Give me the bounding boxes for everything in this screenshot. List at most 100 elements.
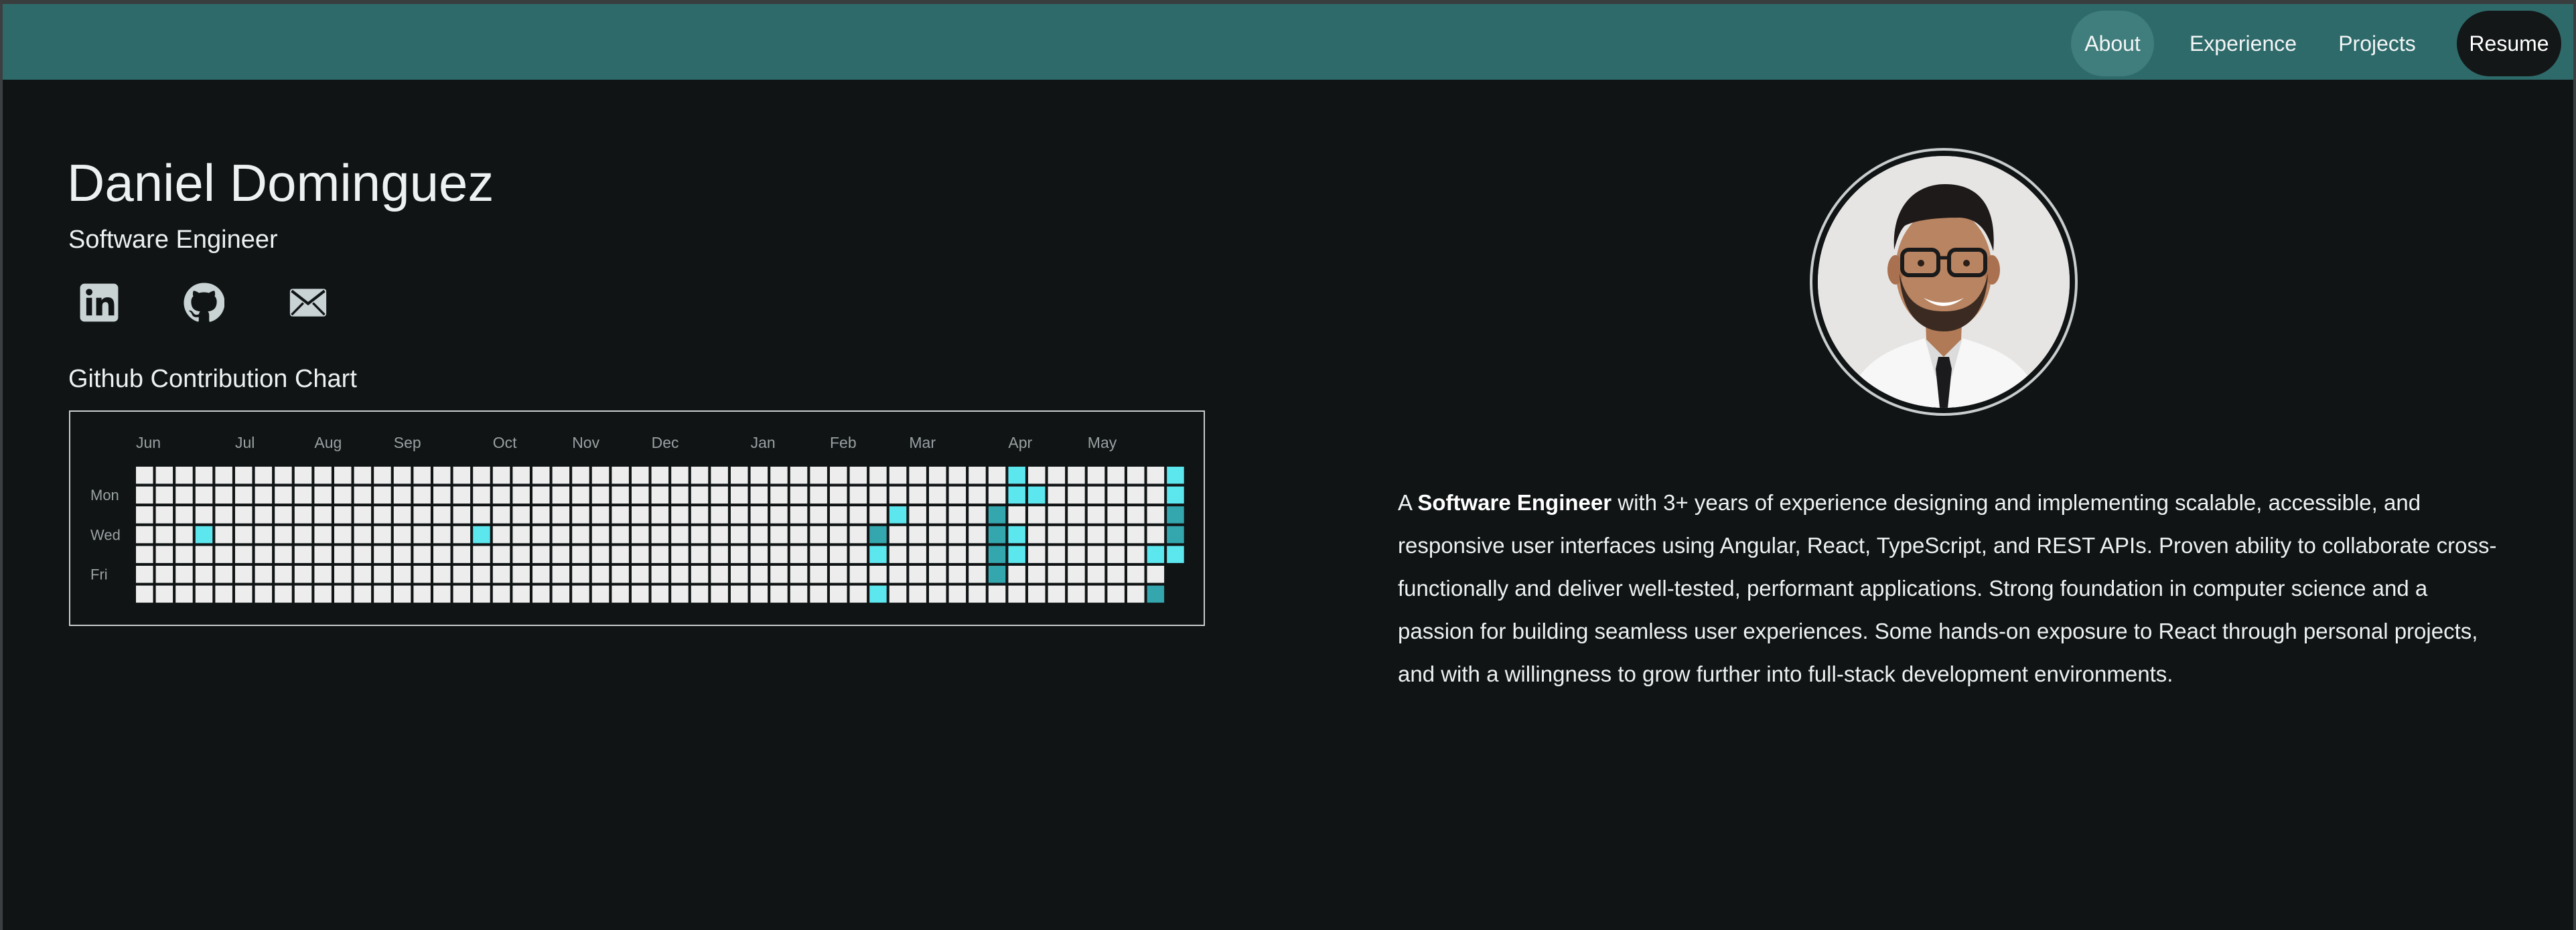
contribution-cell[interactable]: [731, 526, 748, 544]
contribution-cell[interactable]: [1028, 506, 1046, 524]
contribution-cell[interactable]: [1147, 526, 1165, 544]
contribution-cell[interactable]: [691, 486, 709, 504]
contribution-cell[interactable]: [969, 506, 986, 524]
contribution-cell[interactable]: [671, 506, 689, 524]
contribution-cell[interactable]: [1107, 546, 1125, 563]
contribution-cell[interactable]: [235, 467, 253, 484]
contribution-cell[interactable]: [948, 546, 967, 563]
contribution-cell[interactable]: [770, 467, 788, 484]
contribution-cell[interactable]: [1167, 506, 1184, 524]
contribution-cell[interactable]: [1087, 526, 1105, 544]
contribution-cell[interactable]: [1068, 506, 1085, 524]
contribution-cell[interactable]: [1127, 486, 1145, 504]
contribution-cell[interactable]: [255, 526, 273, 544]
contribution-cell[interactable]: [255, 467, 273, 484]
contribution-cell[interactable]: [433, 526, 451, 544]
contribution-cell[interactable]: [215, 585, 232, 603]
contribution-cell[interactable]: [255, 585, 273, 603]
contribution-cell[interactable]: [612, 546, 629, 563]
contribution-cell[interactable]: [612, 486, 629, 504]
contribution-cell[interactable]: [374, 585, 391, 603]
contribution-cell[interactable]: [492, 566, 510, 583]
contribution-cell[interactable]: [195, 506, 213, 524]
contribution-cell[interactable]: [830, 526, 847, 544]
contribution-cell[interactable]: [136, 526, 153, 544]
contribution-cell[interactable]: [651, 506, 669, 524]
contribution-cell[interactable]: [849, 585, 867, 603]
contribution-cell[interactable]: [691, 467, 709, 484]
contribution-cell[interactable]: [175, 506, 193, 524]
contribution-cell[interactable]: [235, 526, 253, 544]
contribution-cell[interactable]: [512, 546, 530, 563]
contribution-cell[interactable]: [969, 526, 986, 544]
linkedin-link[interactable]: [75, 279, 123, 327]
contribution-cell[interactable]: [929, 566, 946, 583]
contribution-cell[interactable]: [433, 546, 451, 563]
contribution-cell[interactable]: [929, 486, 946, 504]
contribution-cell[interactable]: [869, 486, 887, 504]
contribution-cell[interactable]: [731, 506, 748, 524]
contribution-cell[interactable]: [572, 506, 589, 524]
contribution-cell[interactable]: [632, 566, 649, 583]
contribution-cell[interactable]: [512, 526, 530, 544]
contribution-cell[interactable]: [155, 566, 173, 583]
contribution-cell[interactable]: [552, 585, 570, 603]
contribution-cell[interactable]: [136, 585, 153, 603]
contribution-cell[interactable]: [1068, 585, 1085, 603]
contribution-cell[interactable]: [909, 506, 926, 524]
contribution-cell[interactable]: [1068, 566, 1085, 583]
contribution-cell[interactable]: [830, 506, 847, 524]
contribution-cell[interactable]: [532, 546, 550, 563]
contribution-cell[interactable]: [354, 585, 372, 603]
contribution-cell[interactable]: [948, 566, 967, 583]
contribution-cell[interactable]: [790, 486, 808, 504]
contribution-cell[interactable]: [988, 585, 1006, 603]
contribution-cell[interactable]: [413, 585, 431, 603]
contribution-cell[interactable]: [731, 585, 748, 603]
contribution-cell[interactable]: [1107, 585, 1125, 603]
contribution-cell[interactable]: [572, 566, 589, 583]
contribution-cell[interactable]: [770, 506, 788, 524]
contribution-cell[interactable]: [651, 526, 669, 544]
contribution-cell[interactable]: [413, 467, 431, 484]
contribution-cell[interactable]: [512, 585, 530, 603]
contribution-cell[interactable]: [294, 566, 312, 583]
contribution-cell[interactable]: [909, 546, 926, 563]
contribution-cell[interactable]: [1008, 467, 1025, 484]
contribution-cell[interactable]: [314, 546, 332, 563]
contribution-cell[interactable]: [671, 546, 689, 563]
contribution-cell[interactable]: [1068, 546, 1085, 563]
contribution-cell[interactable]: [413, 526, 431, 544]
contribution-cell[interactable]: [1147, 506, 1165, 524]
contribution-cell[interactable]: [889, 546, 907, 563]
contribution-cell[interactable]: [591, 566, 610, 583]
contribution-cell[interactable]: [969, 467, 986, 484]
contribution-cell[interactable]: [810, 546, 827, 563]
contribution-cell[interactable]: [1127, 546, 1145, 563]
contribution-cell[interactable]: [632, 506, 649, 524]
contribution-cell[interactable]: [354, 486, 372, 504]
contribution-cell[interactable]: [294, 506, 312, 524]
contribution-cell[interactable]: [215, 506, 232, 524]
contribution-cell[interactable]: [512, 566, 530, 583]
contribution-cell[interactable]: [929, 526, 946, 544]
contribution-cell[interactable]: [948, 467, 967, 484]
contribution-cell[interactable]: [354, 546, 372, 563]
contribution-cell[interactable]: [275, 526, 292, 544]
contribution-cell[interactable]: [374, 506, 391, 524]
contribution-cell[interactable]: [552, 467, 570, 484]
contribution-cell[interactable]: [750, 506, 768, 524]
contribution-cell[interactable]: [869, 506, 887, 524]
contribution-cell[interactable]: [591, 546, 610, 563]
contribution-cell[interactable]: [175, 486, 193, 504]
contribution-cell[interactable]: [1028, 526, 1046, 544]
contribution-cell[interactable]: [235, 486, 253, 504]
contribution-cell[interactable]: [612, 585, 629, 603]
contribution-cell[interactable]: [790, 526, 808, 544]
contribution-cell[interactable]: [671, 467, 689, 484]
contribution-cell[interactable]: [374, 566, 391, 583]
contribution-cell[interactable]: [354, 467, 372, 484]
contribution-cell[interactable]: [849, 506, 867, 524]
contribution-cell[interactable]: [453, 546, 471, 563]
contribution-cell[interactable]: [929, 506, 946, 524]
